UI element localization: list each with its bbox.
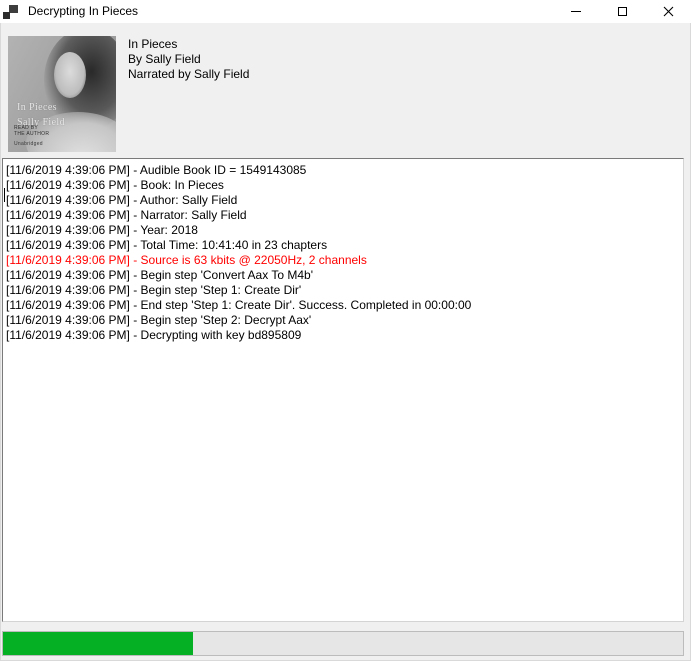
maximize-icon <box>618 7 627 16</box>
minimize-icon <box>571 11 581 12</box>
log-line: [11/6/2019 4:39:06 PM] - Audible Book ID… <box>6 163 679 178</box>
window-title: Decrypting In Pieces <box>28 0 138 23</box>
log-line: [11/6/2019 4:39:06 PM] - Source is 63 kb… <box>6 253 679 268</box>
log-line: [11/6/2019 4:39:06 PM] - Decrypting with… <box>6 328 679 343</box>
book-cover-image: In Pieces Sally Field READ BY THE AUTHOR… <box>8 36 116 152</box>
cover-title-line: In Pieces <box>17 100 65 115</box>
log-line: [11/6/2019 4:39:06 PM] - Author: Sally F… <box>6 193 679 208</box>
app-icon-square-big <box>9 5 18 13</box>
progress-fill <box>3 632 193 655</box>
text-caret <box>4 188 5 202</box>
app-window: Decrypting In Pieces In Pieces Sall <box>0 0 691 661</box>
log-line: [11/6/2019 4:39:06 PM] - Narrator: Sally… <box>6 208 679 223</box>
maximize-button[interactable] <box>599 0 645 23</box>
cover-badge-the-author: THE AUTHOR <box>14 131 49 137</box>
cover-art-face <box>54 52 86 98</box>
progress-bar <box>2 631 684 656</box>
app-icon <box>3 4 19 20</box>
log-line: [11/6/2019 4:39:06 PM] - Year: 2018 <box>6 223 679 238</box>
log-line: [11/6/2019 4:39:06 PM] - End step 'Step … <box>6 298 679 313</box>
book-title-label: In Pieces <box>128 37 249 52</box>
book-info: In Pieces By Sally Field Narrated by Sal… <box>128 37 249 82</box>
log-line: [11/6/2019 4:39:06 PM] - Book: In Pieces <box>6 178 679 193</box>
book-author-label: By Sally Field <box>128 52 249 67</box>
log-line: [11/6/2019 4:39:06 PM] - Begin step 'Ste… <box>6 283 679 298</box>
book-narrator-label: Narrated by Sally Field <box>128 67 249 82</box>
cover-badges: READ BY THE AUTHOR Unabridged <box>14 125 49 147</box>
minimize-button[interactable] <box>553 0 599 23</box>
log-line: [11/6/2019 4:39:06 PM] - Begin step 'Ste… <box>6 313 679 328</box>
app-icon-square-small <box>3 12 10 19</box>
log-line: [11/6/2019 4:39:06 PM] - Total Time: 10:… <box>6 238 679 253</box>
close-icon <box>663 6 674 17</box>
log-line: [11/6/2019 4:39:06 PM] - Begin step 'Con… <box>6 268 679 283</box>
close-button[interactable] <box>645 0 691 23</box>
window-controls <box>553 0 691 23</box>
title-bar[interactable]: Decrypting In Pieces <box>0 0 691 23</box>
log-textbox[interactable]: [11/6/2019 4:39:06 PM] - Audible Book ID… <box>2 158 684 622</box>
cover-badge-unabridged: Unabridged <box>14 141 49 147</box>
